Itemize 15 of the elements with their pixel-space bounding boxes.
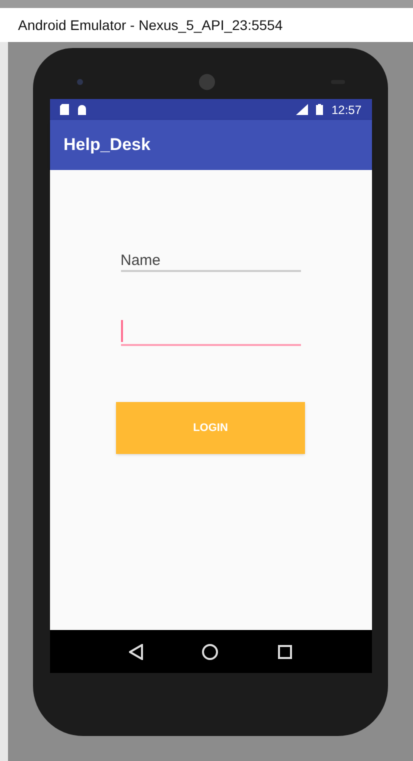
status-time: 12:57 bbox=[331, 102, 362, 118]
battery-icon bbox=[316, 104, 324, 115]
input-field[interactable]: Name bbox=[120, 246, 300, 272]
app-title: Help_Desk bbox=[64, 134, 150, 156]
input-field[interactable] bbox=[120, 320, 300, 346]
back-icon[interactable] bbox=[129, 644, 144, 660]
recents-icon[interactable] bbox=[278, 644, 292, 658]
text-cursor bbox=[120, 320, 122, 342]
placeholder-text: Name bbox=[120, 253, 161, 268]
front-camera-icon bbox=[76, 78, 82, 84]
home-icon[interactable] bbox=[202, 644, 218, 660]
window-title: Android Emulator - Nexus_5_API_23:5554 bbox=[18, 16, 283, 35]
speaker-grille-icon bbox=[198, 74, 214, 90]
sd-card-icon bbox=[60, 104, 68, 115]
signal-icon bbox=[296, 104, 308, 115]
